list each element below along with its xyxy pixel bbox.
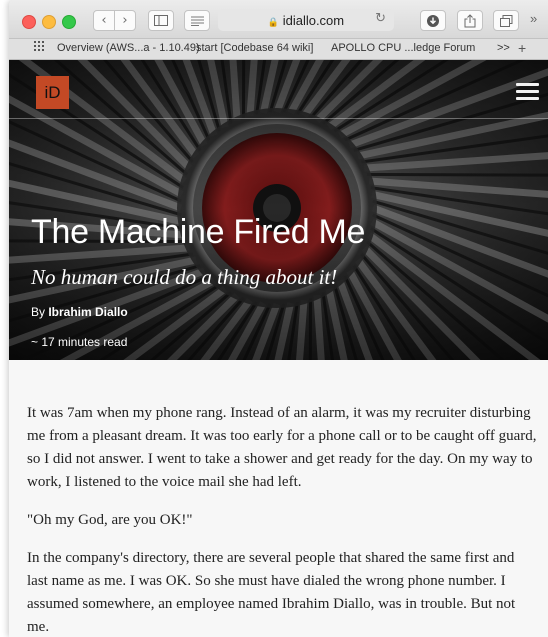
tabs-icon: [499, 14, 512, 27]
article-paragraph: In the company's directory, there are se…: [27, 550, 516, 635]
url-text: idiallo.com: [282, 13, 345, 28]
chevron-left-icon: ‹: [101, 13, 107, 28]
address-text: 🔒 idiallo.com: [218, 13, 394, 28]
hero-banner: iD The Machine Fired Me No human could d…: [9, 60, 548, 360]
nav-divider: [9, 118, 548, 119]
reload-icon[interactable]: ↻: [375, 11, 386, 26]
lock-icon: 🔒: [267, 17, 280, 27]
zoom-window-button[interactable]: [62, 15, 76, 29]
sidebar-icon: [154, 15, 168, 26]
downloads-button[interactable]: [420, 10, 446, 31]
article-paragraph: "Oh my God, are you OK!": [27, 512, 193, 528]
toolbar-overflow-icon[interactable]: »: [530, 11, 537, 26]
browser-toolbar: ‹ › 🔒 idiallo.com ↻ »: [9, 0, 548, 39]
reader-view-button[interactable]: [184, 10, 210, 31]
bookmark-item[interactable]: start [Codebase 64 wiki]: [196, 42, 313, 54]
address-bar[interactable]: 🔒 idiallo.com ↻: [218, 9, 394, 31]
bookmarks-overflow-button[interactable]: >>: [497, 42, 510, 54]
share-icon: [464, 13, 476, 27]
article-title: The Machine Fired Me: [31, 213, 366, 251]
site-logo[interactable]: iD: [36, 76, 69, 109]
read-time: ~ 17 minutes read: [31, 335, 128, 349]
article-byline: By Ibrahim Diallo: [31, 305, 128, 319]
back-button[interactable]: ‹: [93, 10, 115, 31]
article-subtitle: No human could do a thing about it!: [31, 265, 338, 289]
close-window-button[interactable]: [22, 15, 36, 29]
bookmarks-bar: Overview (AWS...a - 1.10.49) start [Code…: [9, 39, 548, 60]
article-body: It was 7am when my phone rang. Instead o…: [27, 402, 537, 637]
new-tab-icon[interactable]: +: [518, 40, 526, 56]
apps-grid-icon[interactable]: [34, 41, 45, 55]
download-icon: [427, 14, 439, 27]
minimize-window-button[interactable]: [42, 15, 56, 29]
bookmark-item[interactable]: Overview (AWS...a - 1.10.49): [57, 42, 200, 54]
bookmark-item[interactable]: APOLLO CPU ...ledge Forum: [331, 42, 475, 54]
chevron-right-icon: ›: [122, 13, 128, 28]
author-name[interactable]: Ibrahim Diallo: [48, 305, 127, 319]
reader-icon: [190, 16, 204, 26]
forward-button[interactable]: ›: [114, 10, 136, 31]
byline-prefix: By: [31, 305, 49, 319]
tabs-overview-button[interactable]: [493, 10, 519, 31]
browser-window: ‹ › 🔒 idiallo.com ↻ » Overview (AWS...a …: [9, 0, 548, 637]
article-paragraph: It was 7am when my phone rang. Instead o…: [27, 405, 537, 490]
hamburger-menu-icon[interactable]: [516, 83, 539, 100]
share-button[interactable]: [457, 10, 483, 31]
sidebar-toggle-button[interactable]: [148, 10, 174, 31]
